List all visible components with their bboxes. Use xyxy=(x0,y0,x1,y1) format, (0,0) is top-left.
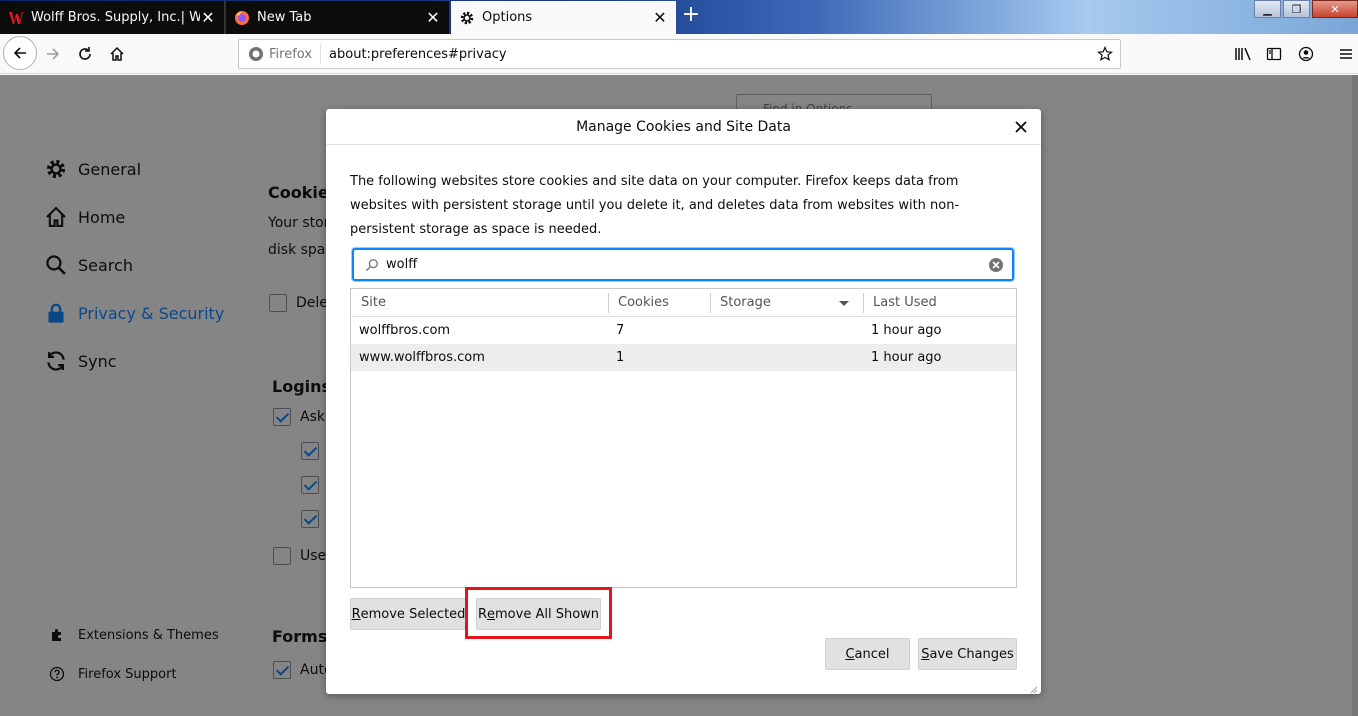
tab-wolff-bros[interactable]: Wolff Bros. Supply, Inc.| Wolff ✕ xyxy=(0,1,225,34)
column-header-storage[interactable]: Storage xyxy=(710,289,863,317)
storage-cell xyxy=(710,317,863,344)
hamburger-menu-icon[interactable] xyxy=(1336,44,1356,64)
minimize-icon[interactable]: ▁ xyxy=(1254,0,1281,18)
account-icon[interactable] xyxy=(1296,44,1316,64)
nav-bar: Firefox about:preferences#privacy xyxy=(0,34,1358,74)
url-bar[interactable]: Firefox about:preferences#privacy xyxy=(238,39,1121,69)
home-button[interactable] xyxy=(102,39,132,69)
close-window-icon[interactable]: ✕ xyxy=(1312,0,1358,18)
site-search-input[interactable] xyxy=(382,257,986,272)
tab-title: New Tab xyxy=(257,10,312,25)
close-dialog-icon[interactable] xyxy=(1011,117,1031,137)
manage-cookies-dialog: Manage Cookies and Site Data The followi… xyxy=(326,109,1041,694)
reload-button[interactable] xyxy=(70,39,100,69)
cookies-cell: 7 xyxy=(616,323,625,338)
column-header-last-used[interactable]: Last Used xyxy=(863,289,1016,317)
dialog-title: Manage Cookies and Site Data xyxy=(326,109,1041,145)
search-icon xyxy=(362,258,382,272)
forward-arrow-icon xyxy=(47,48,60,60)
remove-selected-button[interactable]: Remove Selected xyxy=(350,598,467,630)
tab-title: Wolff Bros. Supply, Inc.| Wolff xyxy=(31,10,200,25)
firefox-icon xyxy=(249,47,263,61)
forward-button[interactable] xyxy=(38,39,68,69)
sort-descending-icon xyxy=(839,301,849,306)
table-row[interactable]: wolffbros.com 7 1 hour ago xyxy=(351,317,1016,344)
tab-options[interactable]: Options ✕ xyxy=(451,1,676,34)
tab-title: Options xyxy=(482,10,533,25)
close-tab-icon[interactable]: ✕ xyxy=(200,8,216,27)
reload-icon xyxy=(79,47,91,60)
storage-cell xyxy=(710,344,863,371)
tab-strip: Wolff Bros. Supply, Inc.| Wolff ✕ New Ta… xyxy=(0,0,1358,34)
site-search-field[interactable] xyxy=(352,248,1014,281)
home-icon xyxy=(110,46,124,61)
new-tab-button[interactable]: + xyxy=(680,4,702,28)
bookmark-star-icon[interactable] xyxy=(1090,46,1120,62)
cookies-cell: 1 xyxy=(616,350,625,365)
identity-box[interactable]: Firefox xyxy=(239,44,322,64)
back-arrow-icon xyxy=(13,47,26,59)
column-header-site[interactable]: Site xyxy=(351,289,608,317)
close-tab-icon[interactable]: ✕ xyxy=(425,8,441,27)
firefox-icon xyxy=(234,10,250,26)
sidebar-icon[interactable] xyxy=(1264,44,1284,64)
clear-search-icon[interactable] xyxy=(986,255,1006,275)
annotation-highlight-box xyxy=(465,587,612,639)
gear-icon xyxy=(459,10,475,26)
dialog-description: The following websites store cookies and… xyxy=(350,174,960,237)
last-used-cell: 1 hour ago xyxy=(871,350,942,365)
window-controls: ▁ ❐ ✕ xyxy=(1252,0,1358,18)
url-text[interactable]: about:preferences#privacy xyxy=(321,47,1090,62)
sites-table[interactable]: Site Cookies Storage Last Used wolffbros… xyxy=(350,288,1017,588)
close-tab-icon[interactable]: ✕ xyxy=(652,8,668,27)
save-changes-button[interactable]: Save Changes xyxy=(918,638,1017,670)
resize-grip-icon[interactable] xyxy=(1030,683,1038,694)
library-icon[interactable] xyxy=(1233,44,1253,64)
site-cell: wolffbros.com xyxy=(359,323,451,338)
last-used-cell: 1 hour ago xyxy=(871,323,942,338)
restore-icon[interactable]: ❐ xyxy=(1283,0,1310,18)
back-button[interactable] xyxy=(3,36,37,70)
column-header-cookies[interactable]: Cookies xyxy=(608,289,710,317)
identity-label: Firefox xyxy=(269,46,313,62)
wolff-logo-icon xyxy=(8,10,24,26)
cancel-button[interactable]: Cancel xyxy=(825,638,910,670)
tab-new-tab[interactable]: New Tab ✕ xyxy=(226,1,450,34)
table-header: Site Cookies Storage Last Used xyxy=(351,289,1016,317)
site-cell: www.wolffbros.com xyxy=(359,350,485,365)
table-row[interactable]: www.wolffbros.com 1 1 hour ago xyxy=(351,344,1016,371)
